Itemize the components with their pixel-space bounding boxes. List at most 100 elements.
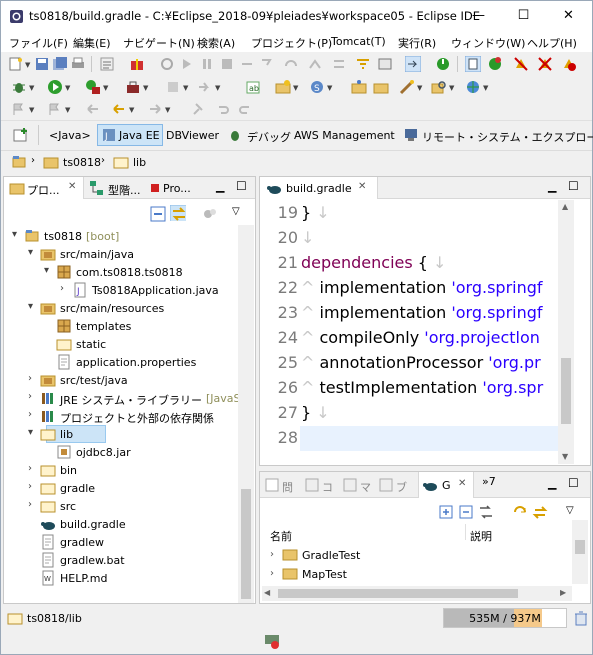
- expand-arrow-icon[interactable]: ›: [28, 391, 32, 402]
- debug-icon[interactable]: [11, 79, 27, 95]
- save-icon[interactable]: [34, 56, 50, 72]
- deploy-icon[interactable]: [197, 79, 213, 95]
- back-icon[interactable]: [111, 101, 127, 117]
- tree-item[interactable]: › J Ts0818Application.java: [4, 281, 240, 299]
- suspend-icon[interactable]: [199, 56, 215, 72]
- breadcrumb-project[interactable]: ts0818: [63, 156, 101, 169]
- focus-icon[interactable]: [202, 206, 218, 222]
- expand-arrow-icon[interactable]: ▾: [28, 247, 33, 258]
- tab-overflow[interactable]: »7: [482, 475, 496, 488]
- tree-item[interactable]: static: [4, 335, 240, 353]
- refresh-green-icon[interactable]: [487, 56, 503, 72]
- menu-file[interactable]: ファイル(F): [9, 35, 68, 51]
- close-editor-tab-icon[interactable]: ✕: [358, 181, 366, 192]
- close-tab-icon[interactable]: ✕: [68, 181, 76, 192]
- bottom-minimize-icon[interactable]: ▁: [548, 477, 556, 490]
- expand-arrow-icon[interactable]: ▾: [12, 229, 17, 240]
- step-return-icon[interactable]: [307, 56, 323, 72]
- perspective-dbviewer[interactable]: DBViewer: [166, 129, 219, 142]
- step-into-icon[interactable]: [259, 56, 275, 72]
- link-with-editor-icon[interactable]: [170, 205, 186, 221]
- menu-run[interactable]: 実行(R): [398, 35, 436, 51]
- breadcrumb-folder[interactable]: lib: [133, 156, 146, 169]
- toggle-tasks-icon[interactable]: [478, 504, 494, 520]
- tree-item[interactable]: › src: [4, 497, 240, 515]
- perspective-aws[interactable]: AWS Management: [294, 129, 395, 142]
- expand-arrow-icon[interactable]: ›: [28, 481, 32, 492]
- tomcat-start-icon[interactable]: [513, 56, 529, 72]
- tomcat-restart-icon[interactable]: [561, 56, 577, 72]
- bottom-view-menu-icon[interactable]: ▽: [566, 505, 574, 516]
- code-area[interactable]: 19} ↓ 20 ↓ 21 dependencies { ↓ 22 ^ implementa…: [260, 200, 558, 464]
- tree-scrollbar[interactable]: [238, 225, 254, 603]
- print-icon[interactable]: [70, 56, 86, 72]
- tree-item[interactable]: › bin: [4, 461, 240, 479]
- gift-icon[interactable]: [129, 56, 145, 72]
- tab-console[interactable]: コ: [322, 479, 333, 495]
- maximize-button[interactable]: ☐: [501, 1, 546, 32]
- expand-arrow-icon[interactable]: ›: [28, 373, 32, 384]
- stop-server-icon[interactable]: [165, 79, 181, 95]
- refresh-tasks-icon[interactable]: [512, 504, 528, 520]
- tree-item[interactable]: › JRE システム・ライブラリー[JavaSE-1.8: [4, 389, 242, 407]
- expand-arrow-icon[interactable]: ▾: [28, 301, 33, 312]
- tasks-vscrollbar[interactable]: [572, 520, 588, 584]
- tree-item[interactable]: ▾ src/main/resources: [4, 299, 240, 317]
- tab-problems[interactable]: Pro...: [163, 182, 191, 195]
- link-editor-icon[interactable]: [405, 56, 421, 72]
- heap-status[interactable]: 535M / 937M: [443, 608, 567, 628]
- expand-arrow-icon[interactable]: ›: [28, 409, 32, 420]
- prev-annotation-icon[interactable]: [47, 101, 63, 117]
- tree-item[interactable]: ▾ com.ts0818.ts0818: [4, 263, 240, 281]
- open-task-wand-icon[interactable]: [399, 79, 415, 95]
- link-tasks-icon[interactable]: [532, 504, 548, 520]
- expand-arrow-icon[interactable]: ›: [60, 283, 64, 294]
- perspective-javaee[interactable]: Java EE: [119, 129, 160, 142]
- tab-bookmarks[interactable]: ブ: [396, 479, 407, 495]
- open-perspective-icon[interactable]: [13, 127, 29, 143]
- view-menu-icon[interactable]: ▽: [232, 206, 240, 217]
- power-icon[interactable]: [435, 56, 451, 72]
- tree-item[interactable]: W HELP.md: [4, 569, 240, 587]
- editor-vscrollbar[interactable]: ▲ ▼: [558, 200, 574, 464]
- toggle-view-icon[interactable]: [465, 56, 481, 72]
- maximize-view-icon[interactable]: ☐: [236, 179, 247, 193]
- expand-arrow-icon[interactable]: ›: [28, 499, 32, 510]
- editor-tab-build-gradle[interactable]: build.gradle: [286, 182, 352, 195]
- progress-icon[interactable]: [264, 633, 280, 649]
- save-all-icon[interactable]: [52, 56, 68, 72]
- perspective-remote[interactable]: リモート・システム・エクスプローラー: [422, 129, 593, 145]
- new-class-icon[interactable]: ab: [245, 79, 261, 95]
- bottom-maximize-icon[interactable]: ☐: [568, 476, 579, 490]
- expand-all-icon[interactable]: [438, 504, 454, 520]
- use-step-filters-icon[interactable]: [355, 56, 371, 72]
- close-gradle-tab-icon[interactable]: ✕: [458, 478, 466, 489]
- close-button[interactable]: ✕: [546, 1, 591, 32]
- tab-gradle-tasks[interactable]: G: [442, 479, 451, 492]
- run-icon[interactable]: [47, 79, 63, 95]
- web-browser-icon[interactable]: [465, 79, 481, 95]
- tree-item[interactable]: ▾ lib: [4, 425, 240, 443]
- tree-item[interactable]: gradlew.bat: [4, 551, 240, 569]
- tree-item[interactable]: gradlew: [4, 533, 240, 551]
- task-project-maptest[interactable]: MapTest: [302, 568, 347, 581]
- disconnect-icon[interactable]: [239, 56, 255, 72]
- task-project-gradletest[interactable]: GradleTest: [302, 549, 360, 562]
- column-description[interactable]: 説明: [470, 528, 492, 544]
- external-tools-icon[interactable]: [125, 79, 141, 95]
- expand-arrow-icon[interactable]: ▾: [44, 265, 49, 276]
- tree-item[interactable]: application.properties: [4, 353, 240, 371]
- tab-package-explorer[interactable]: プロ...: [27, 182, 60, 198]
- tree-item[interactable]: build.gradle: [4, 515, 240, 533]
- column-name[interactable]: 名前: [270, 528, 292, 544]
- pin-editor-icon[interactable]: [191, 101, 207, 117]
- drop-to-frame-icon[interactable]: [331, 56, 347, 72]
- menu-edit[interactable]: 編集(E): [73, 35, 111, 51]
- garbage-collect-icon[interactable]: [573, 610, 589, 626]
- minimize-view-icon[interactable]: ▁: [216, 180, 224, 193]
- perspective-java[interactable]: <Java>: [49, 129, 91, 142]
- menu-tomcat[interactable]: Tomcat(T): [331, 35, 386, 48]
- open-type-icon[interactable]: [351, 79, 367, 95]
- menu-navigate[interactable]: ナビゲート(N): [123, 35, 195, 51]
- coverage-icon[interactable]: [85, 79, 101, 95]
